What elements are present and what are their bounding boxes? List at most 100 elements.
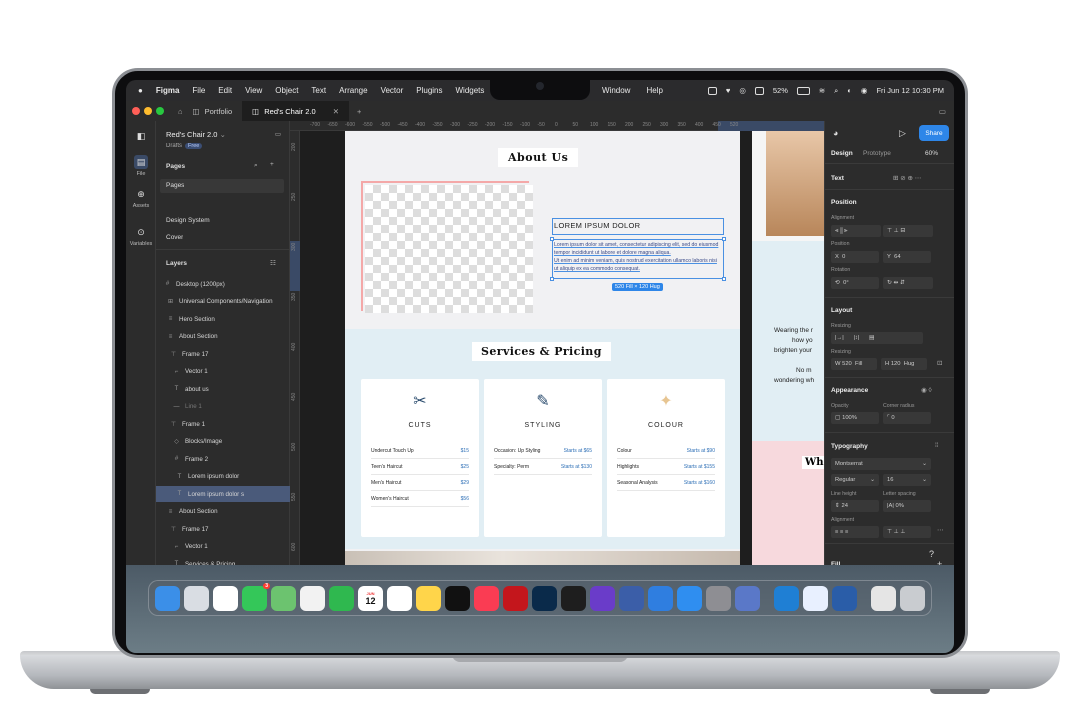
zoom-level[interactable]: 60% [925, 150, 938, 157]
text-align-buttons[interactable]: ≡ ≡ ≡ [831, 526, 879, 538]
rotation-field[interactable]: ⟲ 0° [831, 277, 879, 289]
status-icon[interactable]: ◎ [739, 86, 746, 95]
menu-edit[interactable]: Edit [218, 86, 232, 95]
menu-widgets[interactable]: Widgets [456, 86, 485, 95]
font-size-select[interactable]: 16 ⌄ [883, 474, 931, 486]
battery-percent[interactable]: 52% [773, 86, 788, 95]
text-options-icon[interactable]: ⋯ [937, 526, 944, 534]
new-tab-icon[interactable]: + [357, 107, 361, 116]
tab-reds-chair[interactable]: ◫ Red's Chair 2.0 ✕ [242, 101, 349, 121]
align-vertical-buttons[interactable]: ⊤ ⊥ ⊟ [883, 225, 933, 237]
figma-menu-icon[interactable]: ◧ [126, 129, 156, 145]
proxyman-icon[interactable] [803, 585, 828, 611]
opacity-field[interactable]: ▢ 100% [831, 412, 879, 424]
layer-item[interactable]: T Lorem ipsum dolor s [156, 486, 290, 502]
status-icon[interactable]: ♥ [726, 86, 730, 95]
tab-prototype[interactable]: Prototype [863, 150, 891, 157]
search-icon[interactable]: ⌕ [834, 86, 838, 96]
launchpad-icon[interactable] [184, 585, 209, 611]
resize-handle[interactable] [722, 237, 726, 241]
messages-icon[interactable]: 3 [242, 582, 270, 611]
service-card-colour[interactable]: ✦ COLOUR Colour Starts at $90 Highlights S… [607, 379, 725, 537]
layer-item[interactable]: T Lorem ipsum dolor [156, 469, 290, 485]
x-field[interactable]: X 0 [831, 251, 879, 263]
keynote-icon[interactable] [648, 585, 673, 611]
layer-item[interactable]: ≡ Hero Section [156, 311, 290, 327]
layer-item[interactable]: ≡ About Section [156, 504, 290, 520]
search-icon[interactable]: ⌕ [254, 162, 258, 170]
resize-handle[interactable] [722, 277, 726, 281]
constraints-icon[interactable]: ⊡ [937, 359, 942, 367]
vscode-icon[interactable] [774, 585, 799, 611]
page-item[interactable]: Pages [166, 182, 184, 189]
resize-handle[interactable] [550, 277, 554, 281]
layer-item[interactable]: ⊞ Universal Components/Navigation [156, 294, 290, 310]
appstore-icon[interactable] [677, 585, 702, 611]
menu-plugins[interactable]: Plugins [416, 86, 442, 95]
line-height-field[interactable]: ⇕ 24 [831, 500, 879, 512]
photos-icon[interactable] [300, 585, 325, 611]
close-tab-icon[interactable]: ✕ [333, 107, 339, 116]
align-horizontal-buttons[interactable]: ⫷ ⫼ ⫸ [831, 225, 881, 237]
rail-file[interactable]: ▤ File [126, 155, 156, 177]
page-item[interactable]: Design System [166, 217, 210, 224]
font-family-select[interactable]: Montserrat ⌄ [831, 458, 931, 470]
layer-item[interactable]: ◇ Blocks/Image [156, 434, 290, 450]
y-field[interactable]: Y 64 [883, 251, 931, 263]
trash-icon[interactable] [900, 585, 925, 611]
menu-file[interactable]: File [192, 86, 205, 95]
width-field[interactable]: W 520 Fill [831, 358, 877, 370]
finder-icon[interactable] [155, 585, 180, 611]
menu-window[interactable]: Window [602, 86, 630, 95]
arc-icon[interactable] [619, 585, 644, 611]
siri-icon[interactable]: ◉ [861, 86, 868, 95]
corner-radius-field[interactable]: ⌜ 0 [883, 412, 931, 424]
tab-portfolio[interactable]: ◫ Portfolio [183, 101, 243, 121]
downloads-icon[interactable] [871, 585, 896, 611]
zoom-window-icon[interactable] [156, 107, 164, 115]
lastpass-icon[interactable] [503, 585, 528, 611]
appletv-icon[interactable] [445, 585, 470, 611]
lorem-paragraph[interactable]: Lorem ipsum dolor sit amet, consectetur … [552, 239, 724, 279]
facetime-icon[interactable] [329, 585, 354, 611]
menu-help[interactable]: Help [646, 86, 662, 95]
text-styles-icon[interactable]: ⁞⁞ [935, 442, 939, 449]
menu-object[interactable]: Object [275, 86, 298, 95]
music-icon[interactable] [474, 585, 499, 611]
vertical-align-buttons[interactable]: ⊤ ⊥ ⊥ [883, 526, 931, 538]
layer-item[interactable]: ⌐ Vector 1 [156, 539, 290, 555]
image-placeholder[interactable] [365, 185, 533, 313]
menu-view[interactable]: View [245, 86, 262, 95]
layer-item[interactable]: — Line 1 [156, 399, 290, 415]
page-item[interactable]: Cover [166, 234, 183, 241]
services-title[interactable]: Services & Pricing [472, 342, 611, 361]
layer-item[interactable]: ⊤ Frame 17 [156, 346, 290, 362]
status-icon[interactable] [754, 86, 764, 95]
visibility-icon[interactable]: ◉ ◊ [921, 386, 932, 394]
menu-app-name[interactable]: Figma [156, 86, 180, 95]
resizing-buttons[interactable]: |→| |↕| ▤ [831, 332, 923, 344]
simulator-icon[interactable] [832, 585, 857, 611]
calendar-icon[interactable]: JUN 12 [358, 585, 383, 611]
letter-spacing-field[interactable]: |A| 0% [883, 500, 931, 512]
battery-icon[interactable] [796, 86, 810, 95]
layer-item[interactable]: ⌐ Vector 1 [156, 364, 290, 380]
lorem-heading[interactable]: LOREM IPSUM DOLOR [552, 218, 724, 235]
wifi-icon[interactable]: ≋ [819, 86, 825, 95]
service-card-cuts[interactable]: ✂ CUTS Undercut Touch Up $15 Teen's Hairc… [361, 379, 479, 537]
lightroom-icon[interactable] [532, 585, 557, 611]
help-icon[interactable]: ? [929, 549, 934, 559]
settings-icon[interactable] [706, 585, 731, 611]
preview-icon[interactable] [735, 585, 760, 611]
layer-item[interactable]: ⊤ Frame 1 [156, 416, 290, 432]
video-icon[interactable] [590, 585, 615, 611]
minimize-window-icon[interactable] [144, 107, 152, 115]
about-title[interactable]: About Us [498, 148, 579, 167]
present-icon[interactable]: ▷ [899, 128, 906, 139]
notes-icon[interactable] [416, 585, 441, 611]
menu-arrange[interactable]: Arrange [339, 86, 367, 95]
status-icon[interactable] [707, 86, 717, 95]
component-icons[interactable]: ⊞ ⊘ ⊕ ⋯ [893, 174, 921, 182]
apple-icon[interactable]: ● [138, 86, 143, 95]
control-center-icon[interactable]: ◐ [847, 86, 852, 95]
